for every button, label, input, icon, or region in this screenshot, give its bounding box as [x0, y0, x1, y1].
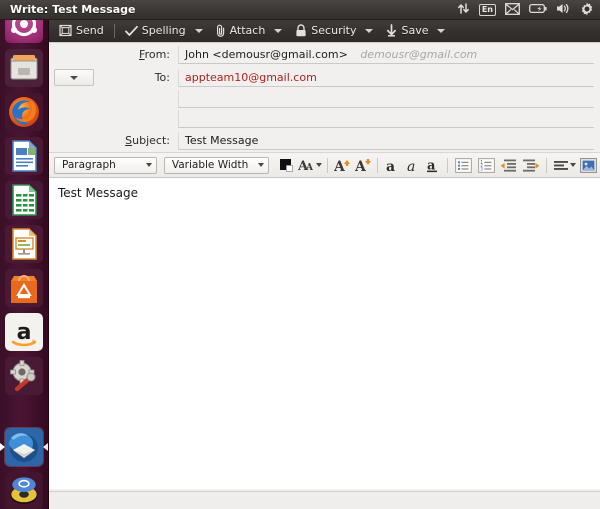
bold-icon[interactable]: a	[382, 155, 403, 176]
spelling-dropdown-caret[interactable]	[194, 28, 203, 33]
save-arrow-icon	[387, 24, 397, 37]
subject-field[interactable]: Test Message	[178, 131, 594, 150]
chevron-down-icon	[569, 163, 576, 167]
security-label: Security	[311, 24, 357, 37]
paragraph-style-value: Paragraph	[62, 159, 116, 171]
svg-text:3: 3	[480, 166, 483, 171]
toolbar-separator	[113, 23, 115, 38]
check-icon	[124, 25, 138, 36]
outdent-icon[interactable]	[497, 155, 519, 176]
system-gear-icon[interactable]	[580, 2, 594, 19]
font-family-value: Variable Width	[171, 159, 249, 171]
compose-headers: From: John <demousr@gmail.com> demousr@g…	[48, 43, 600, 153]
text-color-swatch[interactable]	[276, 155, 297, 176]
format-separator	[447, 157, 449, 173]
decrease-font-size-icon[interactable]: A	[352, 155, 373, 176]
svg-text:a: a	[386, 159, 395, 173]
numbered-list-icon[interactable]: 123	[475, 155, 497, 176]
window-titlebar: Write: Test Message En	[0, 0, 600, 20]
font-size-icon[interactable]: A A	[296, 155, 322, 176]
send-label: Send	[76, 24, 104, 37]
format-toolbar: Paragraph Variable Width A A A A a a a 1…	[48, 153, 600, 178]
bullet-list-icon[interactable]	[452, 155, 474, 176]
send-icon	[59, 24, 72, 37]
amazon-icon[interactable]: a	[5, 313, 43, 351]
italic-icon[interactable]: a	[402, 155, 423, 176]
network-updown-icon[interactable]	[457, 2, 470, 18]
recipient-field-empty-1[interactable]	[178, 90, 594, 108]
format-separator	[376, 157, 378, 173]
save-label: Save	[401, 24, 429, 37]
svg-text:a: a	[17, 320, 32, 345]
format-separator	[546, 157, 548, 173]
battery-icon[interactable]	[529, 3, 547, 17]
from-value: John <demousr@gmail.com>	[185, 47, 348, 61]
message-body-text: Test Message	[58, 186, 139, 200]
firefox-icon[interactable]	[5, 93, 43, 131]
attach-dropdown-caret[interactable]	[274, 28, 283, 33]
send-button[interactable]: Send	[53, 20, 110, 42]
launcher-selection-marker-right	[43, 443, 48, 451]
subject-label: Subject:	[125, 134, 170, 147]
indent-icon[interactable]	[520, 155, 542, 176]
save-dropdown-caret[interactable]	[437, 28, 446, 33]
insert-image-icon[interactable]	[578, 155, 600, 176]
libreoffice-writer-icon[interactable]	[5, 137, 43, 175]
to-field[interactable]: appteam10@gmail.com	[178, 68, 594, 87]
recipient-field-empty-2[interactable]	[178, 110, 594, 128]
spelling-label: Spelling	[141, 24, 186, 37]
paragraph-style-dropdown[interactable]: Paragraph	[54, 156, 157, 174]
chevron-down-icon	[315, 163, 322, 167]
libreoffice-calc-icon[interactable]	[5, 181, 43, 219]
attach-button[interactable]: Attach	[210, 20, 272, 42]
svg-text:A: A	[305, 163, 314, 173]
compose-window: Send Spelling Attach Security Save From:…	[48, 19, 600, 509]
status-bar	[48, 491, 600, 509]
media-disc-icon[interactable]	[5, 472, 43, 509]
recipient-row-empty-2	[48, 109, 600, 129]
svg-text:a: a	[407, 159, 415, 173]
chevron-down-icon	[145, 163, 152, 167]
volume-speaker-icon[interactable]	[556, 2, 571, 18]
files-icon[interactable]	[5, 49, 43, 87]
attach-label: Attach	[229, 24, 266, 37]
thunderbird-icon[interactable]	[5, 428, 43, 466]
message-body[interactable]: Test Message	[48, 178, 600, 489]
ubuntu-software-center-icon[interactable]	[5, 269, 43, 307]
from-field[interactable]: John <demousr@gmail.com> demousr@gmail.c…	[178, 45, 594, 64]
underline-icon[interactable]: a	[423, 155, 444, 176]
format-separator	[326, 157, 328, 173]
security-dropdown-caret[interactable]	[365, 28, 374, 33]
unity-launcher: a	[0, 0, 49, 509]
svg-text:A: A	[334, 159, 346, 173]
save-button[interactable]: Save	[380, 20, 434, 42]
from-row: From: John <demousr@gmail.com> demousr@g…	[48, 43, 600, 66]
subject-row: Subject: Test Message	[48, 129, 600, 152]
chevron-down-icon	[70, 75, 78, 80]
increase-font-size-icon[interactable]: A	[332, 155, 353, 176]
launcher-selection-marker-left	[0, 443, 5, 451]
window-title: Write: Test Message	[10, 3, 136, 16]
desktop-screen: a Write: Test Message En Send Spelling A…	[0, 0, 600, 509]
lock-icon	[296, 24, 306, 37]
system-tray: En	[457, 1, 594, 19]
paperclip-icon	[216, 24, 224, 37]
font-family-dropdown[interactable]: Variable Width	[163, 156, 269, 174]
compose-toolbar: Send Spelling Attach Security Save	[48, 19, 600, 43]
to-row: To: appteam10@gmail.com	[48, 66, 600, 89]
system-settings-icon[interactable]	[5, 357, 43, 395]
security-button[interactable]: Security	[289, 20, 362, 42]
from-label: From:	[139, 48, 170, 61]
chevron-down-icon	[258, 163, 265, 167]
recipient-row-empty-1	[48, 89, 600, 109]
to-label: To:	[154, 71, 170, 84]
spelling-button[interactable]: Spelling	[119, 20, 192, 42]
align-icon[interactable]	[551, 155, 577, 176]
to-label-group: To:	[48, 69, 178, 86]
keyboard-layout-indicator[interactable]: En	[478, 4, 496, 16]
mail-envelope-icon[interactable]	[505, 2, 520, 18]
libreoffice-impress-icon[interactable]	[5, 225, 43, 263]
recipient-type-dropdown[interactable]	[54, 69, 94, 86]
from-account: demousr@gmail.com	[360, 47, 478, 61]
